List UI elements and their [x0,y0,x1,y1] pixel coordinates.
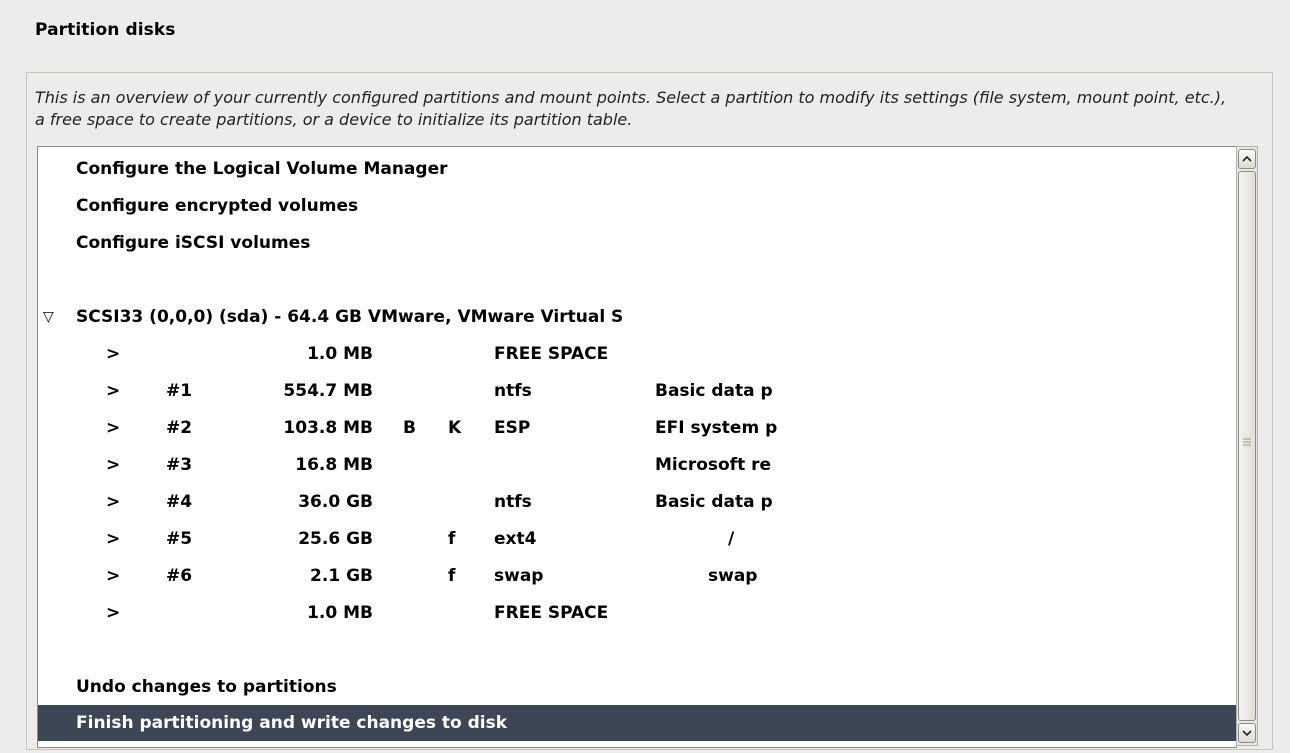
partition-flag-bootable: B [403,418,416,438]
partition-arrow: > [106,455,121,475]
partition-arrow: > [106,418,121,438]
partition-arrow: > [106,566,121,586]
partition-name: Microsoft re [655,455,772,475]
partition-size: 1.0 MB [307,344,373,364]
partition-number: #1 [166,381,193,401]
partition-row[interactable]: > #1 554.7 MB ntfs Basic data p [38,373,1236,409]
partition-flag-keep: K [448,418,462,438]
partition-size: 16.8 MB [295,455,373,475]
list-item-configure-lvm[interactable]: Configure the Logical Volume Manager [38,151,1236,187]
list-item-disk-sda[interactable]: ▽ SCSI33 (0,0,0) (sda) - 64.4 GB VMware,… [38,299,1236,335]
partition-list[interactable]: Configure the Logical Volume Manager Con… [37,146,1237,748]
partition-name: / [728,529,735,549]
partition-number: #3 [166,455,193,475]
partition-arrow: > [106,492,121,512]
list-item-label: Undo changes to partitions [76,677,337,697]
list-item-undo[interactable]: Undo changes to partitions [38,669,1236,705]
grip-icon [1243,438,1251,446]
partition-filesystem: ntfs [494,381,532,401]
list-item-label: Configure encrypted volumes [76,196,359,216]
partition-arrow: > [106,381,121,401]
partition-arrow: > [106,529,121,549]
list-item-finish[interactable]: Finish partitioning and write changes to… [38,705,1236,741]
list-item-label: Configure iSCSI volumes [76,233,311,253]
partition-number: #5 [166,529,193,549]
partition-row[interactable]: > #6 2.1 GB f swap swap [38,558,1236,594]
triangle-down-icon[interactable]: ▽ [43,299,54,335]
partition-row[interactable]: >1.0 MB FREE SPACE [38,336,1236,372]
partition-arrow: > [106,603,121,623]
partition-size: 554.7 MB [283,381,373,401]
list-item-configure-iscsi[interactable]: Configure iSCSI volumes [38,225,1236,261]
chevron-up-icon [1242,155,1252,162]
partition-name: Basic data p [655,492,773,512]
disk-label: SCSI33 (0,0,0) (sda) - 64.4 GB VMware, V… [76,307,624,327]
list-item-label: Finish partitioning and write changes to… [76,713,508,733]
list-item-label: Configure the Logical Volume Manager [76,159,448,179]
partition-filesystem: ESP [494,418,531,438]
partition-filesystem: FREE SPACE [494,344,609,364]
vertical-scrollbar[interactable] [1236,146,1258,746]
partition-filesystem: swap [494,566,544,586]
partition-size: 103.8 MB [283,418,373,438]
partition-arrow: > [106,344,121,364]
partition-filesystem: ntfs [494,492,532,512]
partition-filesystem: ext4 [494,529,537,549]
partition-row[interactable]: > #5 25.6 GB f ext4 / [38,521,1236,557]
partition-filesystem: FREE SPACE [494,603,609,623]
partition-flag-keep: f [448,566,456,586]
partition-row[interactable]: > #3 16.8 MB Microsoft re [38,447,1236,483]
partition-name: Basic data p [655,381,773,401]
partition-size: 2.1 GB [310,566,373,586]
partition-number: #6 [166,566,193,586]
chevron-down-icon [1242,730,1252,737]
partition-number: #2 [166,418,193,438]
description-text: This is an overview of your currently co… [35,88,1227,129]
partition-size: 1.0 MB [307,603,373,623]
partition-row[interactable]: > #2 103.8 MB B K ESP EFI system p [38,410,1236,446]
partition-name: swap [708,566,758,586]
scroll-down-button[interactable] [1238,723,1256,743]
page-title: Partition disks [35,20,176,40]
partition-row[interactable]: > #4 36.0 GB ntfs Basic data p [38,484,1236,520]
scroll-up-button[interactable] [1238,149,1256,169]
partition-flag-keep: f [448,529,456,549]
scrollbar-thumb[interactable] [1238,171,1256,721]
partition-name: EFI system p [655,418,778,438]
partition-size: 36.0 GB [298,492,373,512]
partition-size: 25.6 GB [298,529,373,549]
partition-row[interactable]: >1.0 MB FREE SPACE [38,595,1236,631]
list-item-configure-encrypted[interactable]: Configure encrypted volumes [38,188,1236,224]
partition-number: #4 [166,492,193,512]
